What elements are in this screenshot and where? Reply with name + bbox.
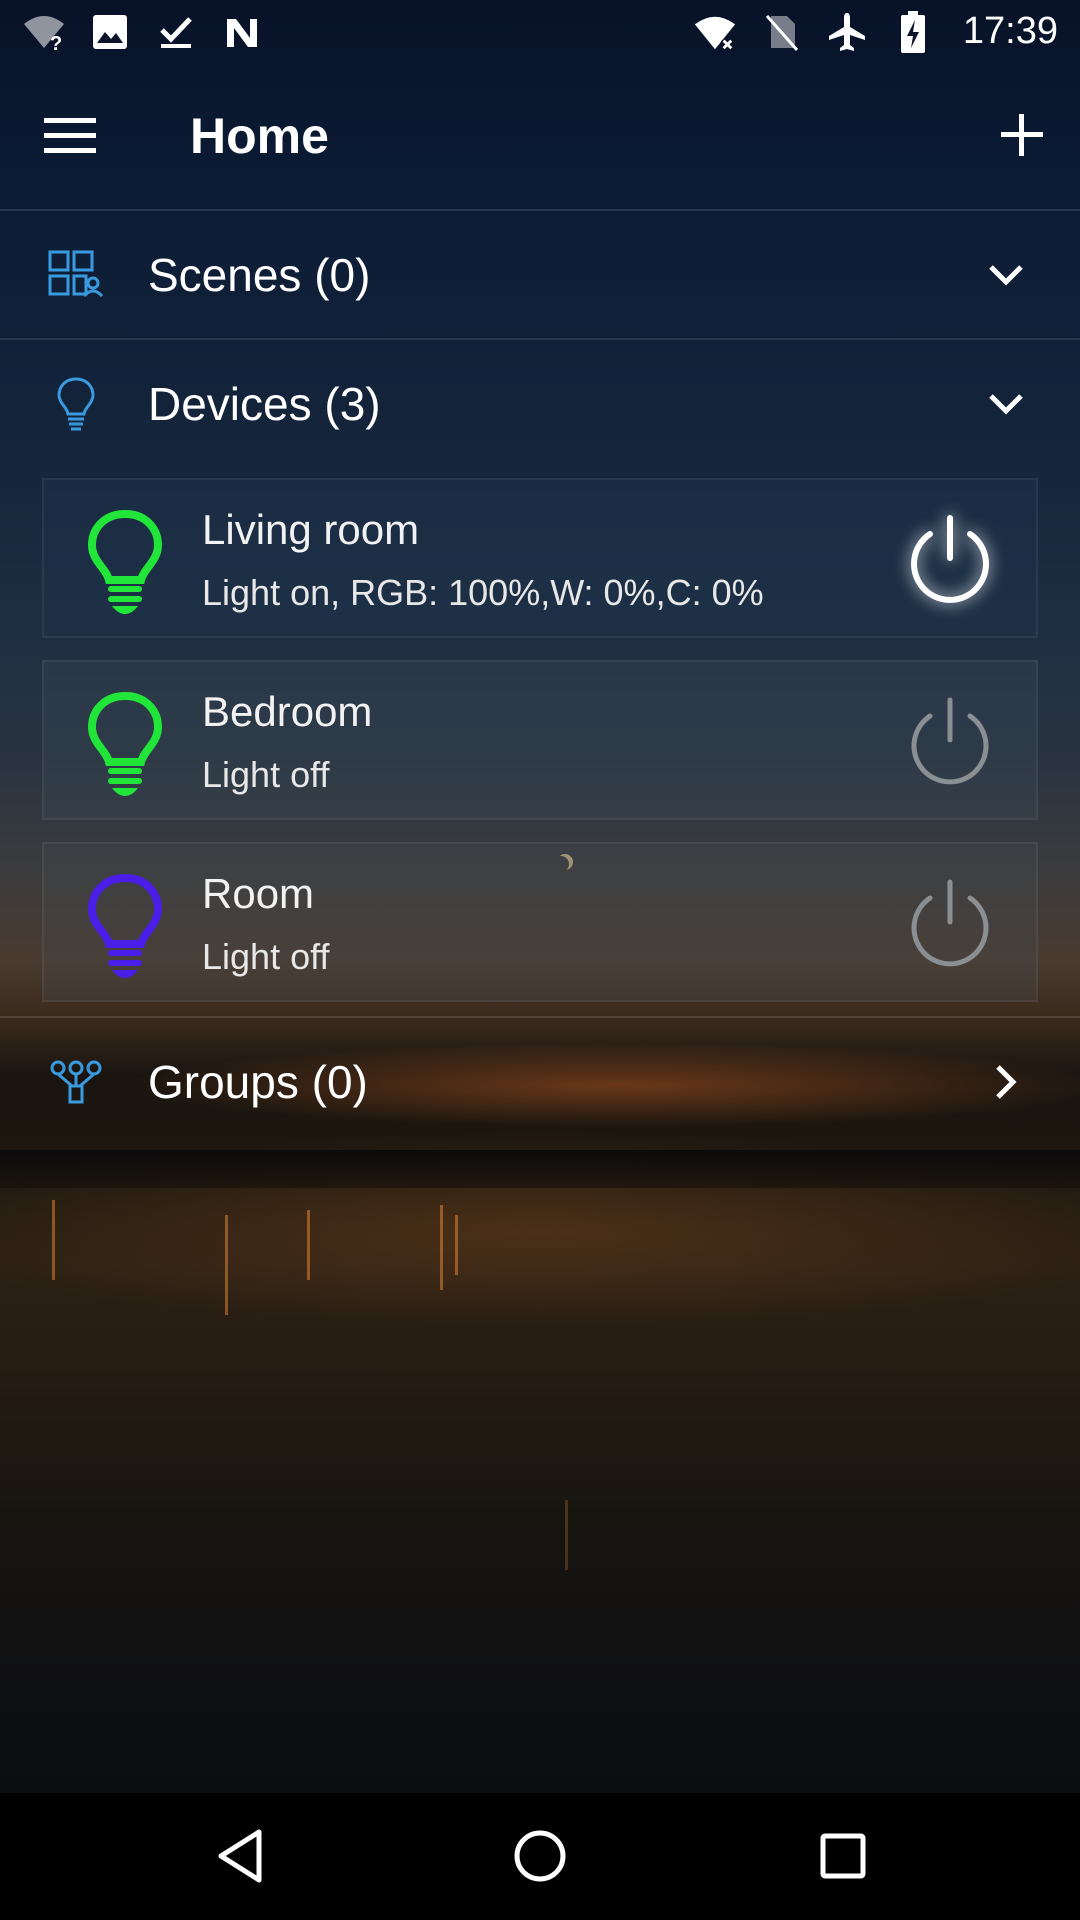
scenes-section-header[interactable]: Scenes (0) <box>0 212 1080 340</box>
no-sim-icon <box>759 10 803 54</box>
wallpaper-light-reflection <box>307 1210 310 1280</box>
device-card-bedroom[interactable]: Bedroom Light off <box>42 660 1038 820</box>
wallpaper-light-reflection <box>52 1200 55 1280</box>
lightbulb-icon <box>87 509 163 614</box>
chevron-right-icon[interactable] <box>980 1056 1032 1108</box>
plus-icon <box>1001 114 1043 156</box>
add-button[interactable] <box>990 103 1054 167</box>
nav-recents-icon[interactable] <box>808 1821 878 1891</box>
wifi-unknown-icon: ? <box>22 10 66 54</box>
app-bar: Home <box>0 63 1080 211</box>
wallpaper-horizon <box>0 1150 1080 1188</box>
wallpaper-light-reflection <box>440 1205 443 1290</box>
groups-section-header[interactable]: Groups (0) <box>0 1016 1080 1146</box>
device-status: Light on, RGB: 100%,W: 0%,C: 0% <box>202 572 764 613</box>
device-card-room[interactable]: Room Light off <box>42 842 1038 1002</box>
power-off-icon[interactable] <box>904 696 996 788</box>
device-name: Room <box>202 870 315 917</box>
menu-button[interactable] <box>40 106 100 166</box>
devices-label: Devices (3) <box>148 378 381 430</box>
image-icon <box>88 10 132 54</box>
svg-text:?: ? <box>50 33 62 54</box>
nav-home-icon[interactable] <box>505 1821 575 1891</box>
device-name: Living room <box>202 506 420 553</box>
airplane-icon <box>825 10 869 54</box>
wallpaper-light-reflection <box>225 1215 228 1315</box>
power-on-icon[interactable] <box>904 514 996 606</box>
lightbulb-icon <box>87 691 163 796</box>
scenes-label: Scenes (0) <box>148 249 371 301</box>
status-bar: ? 17:39 <box>0 0 1080 63</box>
device-status: Light off <box>202 936 330 977</box>
device-name: Bedroom <box>202 688 373 735</box>
status-time: 17:39 <box>962 10 1058 52</box>
devices-section-header[interactable]: Devices (3) <box>0 340 1080 468</box>
groups-label: Groups (0) <box>148 1056 368 1108</box>
lightbulb-icon <box>87 873 163 978</box>
wallpaper-light-reflection <box>455 1215 458 1275</box>
device-card-living-room[interactable]: Living room Light on, RGB: 100%,W: 0%,C:… <box>42 478 1038 638</box>
device-status: Light off <box>202 754 330 795</box>
wifi-off-icon <box>693 10 737 54</box>
chevron-down-icon[interactable] <box>980 249 1032 301</box>
hamburger-menu-icon <box>44 118 96 153</box>
nfc-n-icon <box>220 10 264 54</box>
wallpaper-light-reflection <box>565 1500 568 1570</box>
battery-charging-icon <box>891 10 935 54</box>
lightbulb-outline-icon <box>48 376 104 432</box>
system-nav-bar <box>0 1793 1080 1920</box>
power-off-icon[interactable] <box>904 878 996 970</box>
groups-tree-icon <box>48 1054 104 1110</box>
checkbox-done-icon <box>154 10 198 54</box>
chevron-down-icon[interactable] <box>980 378 1032 430</box>
page-title: Home <box>190 108 329 164</box>
nav-back-icon[interactable] <box>205 1821 275 1891</box>
scenes-grid-icon <box>48 247 104 303</box>
